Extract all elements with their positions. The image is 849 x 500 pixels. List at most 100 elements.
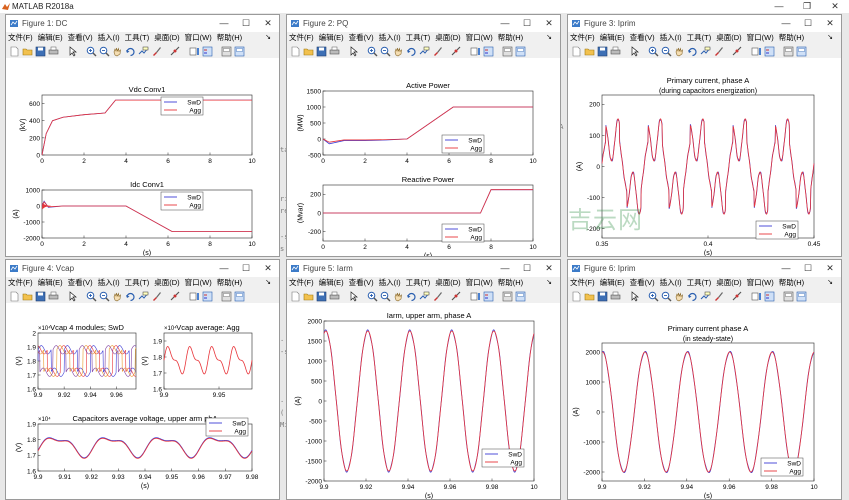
show-plot-tools-icon[interactable] <box>515 46 526 57</box>
show-plot-tools-icon[interactable] <box>796 291 807 302</box>
legend-icon[interactable] <box>202 291 213 302</box>
data-cursor-icon[interactable] <box>419 46 430 57</box>
zoom-in-icon[interactable] <box>648 291 659 302</box>
colorbar-icon[interactable] <box>751 46 762 57</box>
new-figure-icon[interactable] <box>290 46 301 57</box>
legend[interactable]: SwDAgg <box>481 448 525 468</box>
print-icon[interactable] <box>329 291 340 302</box>
zoom-in-icon[interactable] <box>648 46 659 57</box>
close-button[interactable]: ✕ <box>257 260 279 277</box>
menu-item[interactable]: 文件(F) <box>289 32 314 44</box>
show-plot-tools-icon[interactable] <box>515 291 526 302</box>
pointer-icon[interactable] <box>67 45 78 57</box>
brush-icon[interactable] <box>713 46 724 57</box>
pointer-icon[interactable] <box>67 290 78 302</box>
figure-window-iarm[interactable]: Figure 5: Iarm — ☐ ✕ 文件(F) 编辑(E) 查看(V) 插入(I… <box>286 259 561 500</box>
menu-item[interactable]: 工具(T) <box>687 277 712 289</box>
colorbar-icon[interactable] <box>470 291 481 302</box>
maximize-button[interactable]: ☐ <box>235 260 257 277</box>
menu-item[interactable]: 窗口(W) <box>185 32 212 44</box>
new-figure-icon[interactable] <box>290 291 301 302</box>
menu-item[interactable]: 帮助(H) <box>217 32 242 44</box>
rotate-icon[interactable] <box>406 46 417 57</box>
menu-overflow-icon[interactable]: ↘ <box>265 32 271 44</box>
brush-icon[interactable] <box>432 291 443 302</box>
figure-title-bar[interactable]: Figure 4: Vcap — ☐ ✕ <box>6 260 279 277</box>
zoom-in-icon[interactable] <box>367 46 378 57</box>
rotate-icon[interactable] <box>125 291 136 302</box>
zoom-out-icon[interactable] <box>380 291 391 302</box>
pointer-icon[interactable] <box>348 45 359 57</box>
menu-item[interactable]: 查看(V) <box>68 32 93 44</box>
link-icon[interactable] <box>170 291 181 302</box>
close-button[interactable]: ✕ <box>538 15 560 32</box>
menu-item[interactable]: 编辑(E) <box>600 32 625 44</box>
menu-item[interactable]: 查看(V) <box>349 32 374 44</box>
hide-plot-tools-icon[interactable] <box>783 46 794 57</box>
menu-item[interactable]: 桌面(D) <box>435 32 460 44</box>
brush-icon[interactable] <box>713 291 724 302</box>
show-plot-tools-icon[interactable] <box>796 46 807 57</box>
menu-item[interactable]: 插入(I) <box>98 277 120 289</box>
hide-plot-tools-icon[interactable] <box>783 291 794 302</box>
menu-item[interactable]: 帮助(H) <box>779 277 804 289</box>
print-icon[interactable] <box>48 291 59 302</box>
pointer-icon[interactable] <box>348 290 359 302</box>
figure-title-bar[interactable]: Figure 5: Iarm — ☐ ✕ <box>287 260 560 277</box>
menu-item[interactable]: 窗口(W) <box>747 277 774 289</box>
legend[interactable]: SwDAgg <box>441 134 485 154</box>
legend-icon[interactable] <box>764 291 775 302</box>
maximize-button[interactable]: ☐ <box>797 260 819 277</box>
legend-icon[interactable] <box>202 46 213 57</box>
menu-item[interactable]: 插入(I) <box>98 32 120 44</box>
menu-item[interactable]: 插入(I) <box>379 32 401 44</box>
brush-icon[interactable] <box>151 46 162 57</box>
menu-item[interactable]: 编辑(E) <box>38 32 63 44</box>
open-file-icon[interactable] <box>303 46 314 57</box>
menu-item[interactable]: 桌面(D) <box>154 277 179 289</box>
minimize-button[interactable]: — <box>494 15 516 32</box>
zoom-out-icon[interactable] <box>661 46 672 57</box>
new-figure-icon[interactable] <box>571 46 582 57</box>
legend[interactable]: SwDAgg <box>160 96 204 116</box>
figure-title-bar[interactable]: Figure 1: DC — ☐ ✕ <box>6 15 279 32</box>
menu-item[interactable]: 编辑(E) <box>38 277 63 289</box>
data-cursor-icon[interactable] <box>700 46 711 57</box>
pan-icon[interactable] <box>393 291 404 302</box>
figure-window-pq[interactable]: Figure 2: PQ — ☐ ✕ 文件(F) 编辑(E) 查看(V) 插入(I) 工… <box>286 14 561 257</box>
menu-item[interactable]: 窗口(W) <box>747 32 774 44</box>
zoom-out-icon[interactable] <box>661 291 672 302</box>
legend[interactable]: SwDAgg <box>760 457 804 477</box>
save-icon[interactable] <box>316 46 327 57</box>
data-cursor-icon[interactable] <box>138 291 149 302</box>
menu-overflow-icon[interactable]: ↘ <box>827 277 833 289</box>
minimize-button[interactable]: — <box>213 260 235 277</box>
print-icon[interactable] <box>48 46 59 57</box>
pointer-icon[interactable] <box>629 45 640 57</box>
legend-icon[interactable] <box>483 46 494 57</box>
new-figure-icon[interactable] <box>571 291 582 302</box>
open-file-icon[interactable] <box>303 291 314 302</box>
save-icon[interactable] <box>316 291 327 302</box>
figure-window-vcap[interactable]: Figure 4: Vcap — ☐ ✕ 文件(F) 编辑(E) 查看(V) 插入(I… <box>5 259 280 500</box>
menu-item[interactable]: 窗口(W) <box>466 277 493 289</box>
open-file-icon[interactable] <box>584 46 595 57</box>
menu-item[interactable]: 文件(F) <box>570 32 595 44</box>
legend[interactable]: SwDAgg <box>205 417 249 437</box>
figure-title-bar[interactable]: Figure 6: Iprim — ☐ ✕ <box>568 260 841 277</box>
link-icon[interactable] <box>170 46 181 57</box>
show-plot-tools-icon[interactable] <box>234 46 245 57</box>
legend-icon[interactable] <box>483 291 494 302</box>
zoom-in-icon[interactable] <box>86 291 97 302</box>
zoom-out-icon[interactable] <box>99 46 110 57</box>
menu-item[interactable]: 窗口(W) <box>466 32 493 44</box>
data-cursor-icon[interactable] <box>138 46 149 57</box>
new-figure-icon[interactable] <box>9 291 20 302</box>
close-button[interactable]: ✕ <box>819 15 841 32</box>
pan-icon[interactable] <box>112 291 123 302</box>
save-icon[interactable] <box>35 291 46 302</box>
menu-item[interactable]: 查看(V) <box>68 277 93 289</box>
data-cursor-icon[interactable] <box>700 291 711 302</box>
rotate-icon[interactable] <box>687 291 698 302</box>
menu-item[interactable]: 工具(T) <box>125 277 150 289</box>
